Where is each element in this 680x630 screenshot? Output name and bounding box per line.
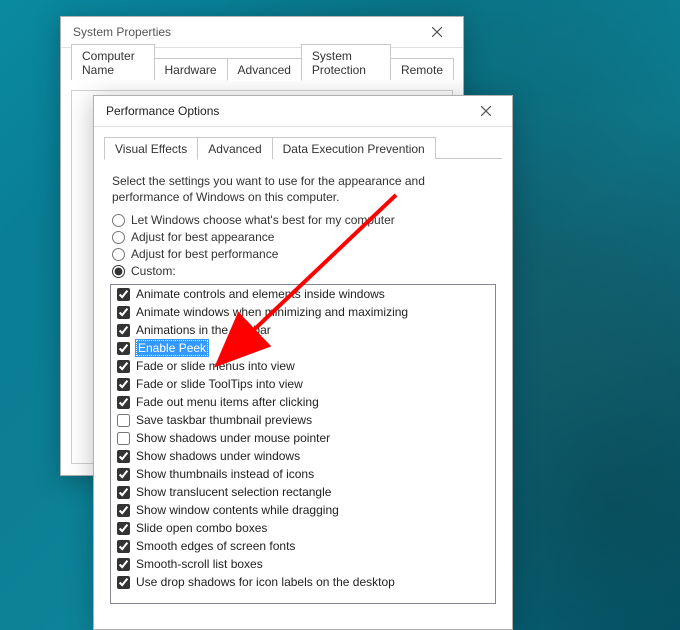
effect-label: Show translucent selection rectangle <box>136 485 331 499</box>
radio-custom[interactable]: Custom: <box>112 264 494 278</box>
radio-custom-input[interactable] <box>112 265 125 278</box>
performance-options-titlebar[interactable]: Performance Options <box>94 96 512 127</box>
radio-label: Adjust for best performance <box>131 247 278 261</box>
system-properties-tabs: Computer Name Hardware Advanced System P… <box>61 48 463 80</box>
list-item[interactable]: Animate controls and elements inside win… <box>111 285 495 303</box>
performance-options-tabs: Visual Effects Advanced Data Execution P… <box>94 127 512 159</box>
tab-visual-effects[interactable]: Visual Effects <box>104 137 198 160</box>
effect-checkbox[interactable] <box>117 324 130 337</box>
list-item[interactable]: Enable Peek <box>111 339 495 357</box>
tab-remote[interactable]: Remote <box>390 58 454 80</box>
tab-hardware[interactable]: Hardware <box>154 58 228 80</box>
effect-label: Enable Peek <box>136 340 208 356</box>
list-item[interactable]: Smooth edges of screen fonts <box>111 537 495 555</box>
system-properties-title: System Properties <box>73 25 417 39</box>
list-item[interactable]: Show shadows under mouse pointer <box>111 429 495 447</box>
visual-effects-list[interactable]: Animate controls and elements inside win… <box>110 284 496 604</box>
effect-label: Show thumbnails instead of icons <box>136 467 314 481</box>
effect-label: Fade or slide ToolTips into view <box>136 377 303 391</box>
close-icon[interactable] <box>417 18 457 46</box>
effect-label: Animate controls and elements inside win… <box>136 287 385 301</box>
list-item[interactable]: Fade out menu items after clicking <box>111 393 495 411</box>
radio-let-windows-choose-input[interactable] <box>112 214 125 227</box>
performance-options-window: Performance Options Visual Effects Advan… <box>93 95 513 630</box>
list-item[interactable]: Slide open combo boxes <box>111 519 495 537</box>
tab-dep[interactable]: Data Execution Prevention <box>272 137 436 159</box>
effect-label: Fade out menu items after clicking <box>136 395 319 409</box>
radio-best-appearance-input[interactable] <box>112 231 125 244</box>
list-item[interactable]: Show window contents while dragging <box>111 501 495 519</box>
radio-best-performance[interactable]: Adjust for best performance <box>112 247 494 261</box>
effect-checkbox[interactable] <box>117 558 130 571</box>
radio-best-performance-input[interactable] <box>112 248 125 261</box>
effect-label: Show shadows under mouse pointer <box>136 431 330 445</box>
effect-label: Show shadows under windows <box>136 449 300 463</box>
tab-system-protection[interactable]: System Protection <box>301 44 391 80</box>
radio-let-windows-choose[interactable]: Let Windows choose what's best for my co… <box>112 213 494 227</box>
effect-checkbox[interactable] <box>117 504 130 517</box>
effect-checkbox[interactable] <box>117 450 130 463</box>
effect-checkbox[interactable] <box>117 288 130 301</box>
effect-label: Fade or slide menus into view <box>136 359 295 373</box>
effect-label: Save taskbar thumbnail previews <box>136 413 312 427</box>
visual-effects-panel: Select the settings you want to use for … <box>94 159 512 604</box>
performance-options-title: Performance Options <box>106 104 466 118</box>
effect-label: Slide open combo boxes <box>136 521 267 535</box>
list-item[interactable]: Use drop shadows for icon labels on the … <box>111 573 495 591</box>
visual-effects-radio-group: Let Windows choose what's best for my co… <box>112 213 494 278</box>
effect-checkbox[interactable] <box>117 540 130 553</box>
radio-best-appearance[interactable]: Adjust for best appearance <box>112 230 494 244</box>
effect-checkbox[interactable] <box>117 522 130 535</box>
radio-label: Adjust for best appearance <box>131 230 274 244</box>
tab-perf-advanced[interactable]: Advanced <box>197 137 272 159</box>
radio-label: Let Windows choose what's best for my co… <box>131 213 395 227</box>
effect-checkbox[interactable] <box>117 486 130 499</box>
list-item[interactable]: Fade or slide ToolTips into view <box>111 375 495 393</box>
list-item[interactable]: Animate windows when minimizing and maxi… <box>111 303 495 321</box>
effect-label: Animate windows when minimizing and maxi… <box>136 305 408 319</box>
desktop-background: System Properties Computer Name Hardware… <box>0 0 680 630</box>
effect-checkbox[interactable] <box>117 360 130 373</box>
radio-label: Custom: <box>131 264 176 278</box>
list-item[interactable]: Show translucent selection rectangle <box>111 483 495 501</box>
effect-label: Smooth-scroll list boxes <box>136 557 263 571</box>
list-item[interactable]: Animations in the taskbar <box>111 321 495 339</box>
effect-checkbox[interactable] <box>117 306 130 319</box>
effect-label: Animations in the taskbar <box>136 323 271 337</box>
effect-label: Smooth edges of screen fonts <box>136 539 295 553</box>
effect-checkbox[interactable] <box>117 468 130 481</box>
effect-checkbox[interactable] <box>117 414 130 427</box>
list-item[interactable]: Smooth-scroll list boxes <box>111 555 495 573</box>
tab-computer-name[interactable]: Computer Name <box>71 44 155 80</box>
effect-checkbox[interactable] <box>117 396 130 409</box>
effect-checkbox[interactable] <box>117 432 130 445</box>
list-item[interactable]: Fade or slide menus into view <box>111 357 495 375</box>
effect-label: Show window contents while dragging <box>136 503 339 517</box>
tab-advanced[interactable]: Advanced <box>227 58 302 81</box>
effect-label: Use drop shadows for icon labels on the … <box>136 575 395 589</box>
effect-checkbox[interactable] <box>117 378 130 391</box>
list-item[interactable]: Show thumbnails instead of icons <box>111 465 495 483</box>
list-item[interactable]: Show shadows under windows <box>111 447 495 465</box>
close-icon[interactable] <box>466 97 506 125</box>
effect-checkbox[interactable] <box>117 342 130 355</box>
effect-checkbox[interactable] <box>117 576 130 589</box>
list-item[interactable]: Save taskbar thumbnail previews <box>111 411 495 429</box>
visual-effects-description: Select the settings you want to use for … <box>112 173 494 205</box>
